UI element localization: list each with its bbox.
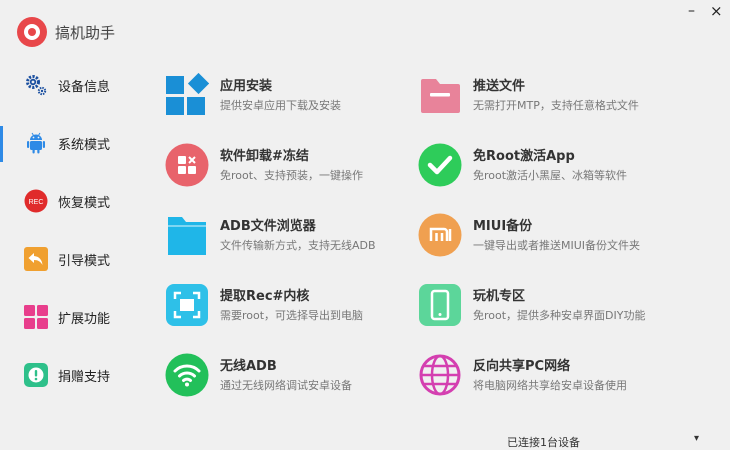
sidebar-item-system-mode[interactable]: 系统模式 xyxy=(0,114,140,170)
grid-icon xyxy=(24,305,48,329)
feature-adb-file-browser[interactable]: ADB文件浏览器 文件传输新方式，支持无线ADB xyxy=(165,213,425,269)
sidebar-item-donate[interactable]: 捐赠支持 xyxy=(0,346,140,402)
sidebar-item-recovery-mode[interactable]: REC 恢复模式 xyxy=(0,172,140,228)
phone-icon xyxy=(419,284,461,326)
feature-desc: 通过无线网络调试安卓设备 xyxy=(220,379,352,392)
feature-desc: 无需打开MTP，支持任意格式文件 xyxy=(473,99,639,112)
extract-icon xyxy=(166,284,208,326)
feature-desc: 文件传输新方式，支持无线ADB xyxy=(220,239,376,252)
feature-reverse-tether[interactable]: 反向共享PC网络 将电脑网络共享给安卓设备使用 xyxy=(418,353,678,409)
sidebar-item-label: 扩展功能 xyxy=(58,312,111,327)
app-title: 搞机助手 xyxy=(55,24,116,42)
alert-icon xyxy=(24,363,48,387)
feature-app-install[interactable]: 应用安装 提供安卓应用下载及安装 xyxy=(165,73,425,129)
rec-badge-text: REC xyxy=(29,199,44,206)
sidebar-item-label: 捐赠支持 xyxy=(58,370,111,385)
android-icon xyxy=(27,132,45,154)
uninstall-icon xyxy=(165,143,209,187)
feature-title: 反向共享PC网络 xyxy=(473,359,571,374)
feature-desc: 免root激活小黑屋、冰箱等软件 xyxy=(473,169,628,182)
feature-title: ADB文件浏览器 xyxy=(220,219,316,234)
rec-icon: REC xyxy=(24,189,48,213)
feature-title: 无线ADB xyxy=(220,359,277,374)
feature-title: 玩机专区 xyxy=(473,289,526,304)
feature-desc: 免root、支持预装，一键操作 xyxy=(220,169,364,182)
feature-title: 推送文件 xyxy=(473,79,526,94)
sidebar-item-label: 设备信息 xyxy=(58,80,111,95)
sidebar-item-label: 恢复模式 xyxy=(58,196,111,211)
sidebar-item-label: 引导模式 xyxy=(58,254,111,269)
check-icon xyxy=(418,143,462,187)
sidebar-item-bootloader-mode[interactable]: 引导模式 xyxy=(0,230,140,286)
sidebar-item-extensions[interactable]: 扩展功能 xyxy=(0,288,140,344)
feature-desc: 免root，提供多种安卓界面DIY功能 xyxy=(473,309,646,322)
wifi-icon xyxy=(165,353,209,397)
feature-extract-rec-kernel[interactable]: 提取Rec#内核 需要root，可选择导出到电脑 xyxy=(165,283,425,339)
feature-desc: 将电脑网络共享给安卓设备使用 xyxy=(473,379,627,392)
feature-miui-backup[interactable]: MIUI备份 一键导出或者推送MIUI备份文件夹 xyxy=(418,213,678,269)
feature-title: 提取Rec#内核 xyxy=(220,289,310,304)
feature-desc: 需要root，可选择导出到电脑 xyxy=(220,309,364,322)
app-logo-icon xyxy=(17,17,47,47)
feature-title: 免Root激活App xyxy=(473,149,575,164)
feature-desc: 提供安卓应用下载及安装 xyxy=(220,99,341,112)
feature-wireless-adb[interactable]: 无线ADB 通过无线网络调试安卓设备 xyxy=(165,353,425,409)
title-bar: 搞机助手 – × xyxy=(0,0,730,60)
feature-title: 软件卸载#冻结 xyxy=(220,149,309,164)
feature-title: MIUI备份 xyxy=(473,219,533,234)
feature-activate-app[interactable]: 免Root激活App 免root激活小黑屋、冰箱等软件 xyxy=(418,143,678,199)
feature-push-file[interactable]: 推送文件 无需打开MTP，支持任意格式文件 xyxy=(418,73,678,129)
device-connection-status[interactable]: 已连接1台设备 xyxy=(507,434,580,450)
app-install-icon xyxy=(166,73,209,115)
feature-title: 应用安装 xyxy=(220,79,273,94)
sidebar-item-device-info[interactable]: 设备信息 xyxy=(0,56,140,112)
folder-push-icon xyxy=(421,79,460,113)
folder-icon xyxy=(168,217,206,255)
close-button[interactable]: × xyxy=(710,1,723,21)
feature-desc: 一键导出或者推送MIUI备份文件夹 xyxy=(473,239,641,252)
mi-icon xyxy=(418,213,462,257)
globe-icon xyxy=(419,354,461,396)
sidebar: 设备信息 系统模式 REC 恢复模式 引导模式 扩展功能 捐赠支持 xyxy=(0,56,140,416)
feature-play-zone[interactable]: 玩机专区 免root，提供多种安卓界面DIY功能 xyxy=(418,283,678,339)
feature-uninstall-freeze[interactable]: 软件卸载#冻结 免root、支持预装，一键操作 xyxy=(165,143,425,199)
back-arrow-icon xyxy=(24,247,48,271)
gears-icon xyxy=(26,75,47,96)
chevron-down-icon[interactable]: ▾ xyxy=(694,433,699,444)
minimize-button[interactable]: – xyxy=(688,1,695,21)
sidebar-item-label: 系统模式 xyxy=(58,138,111,153)
